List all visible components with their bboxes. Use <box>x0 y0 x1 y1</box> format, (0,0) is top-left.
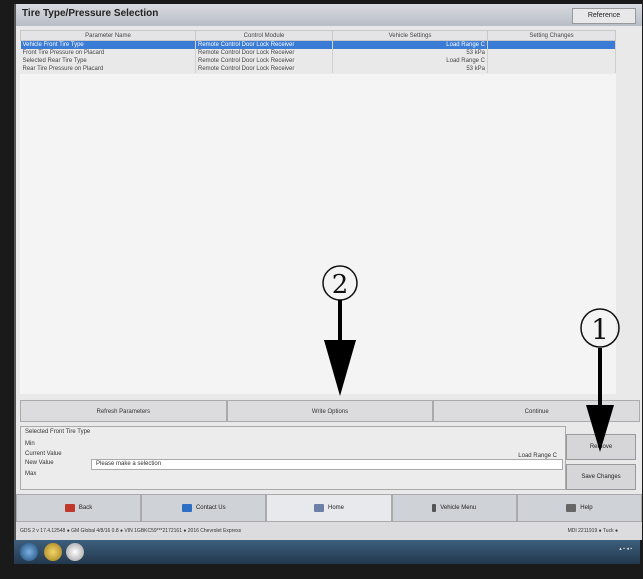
arrow-two-head <box>324 340 356 396</box>
annotation-one: 1 <box>591 313 609 346</box>
arrow-one-head <box>586 405 614 452</box>
annotation-overlay: 2 1 <box>322 265 620 452</box>
annotation-two: 2 <box>332 270 349 300</box>
